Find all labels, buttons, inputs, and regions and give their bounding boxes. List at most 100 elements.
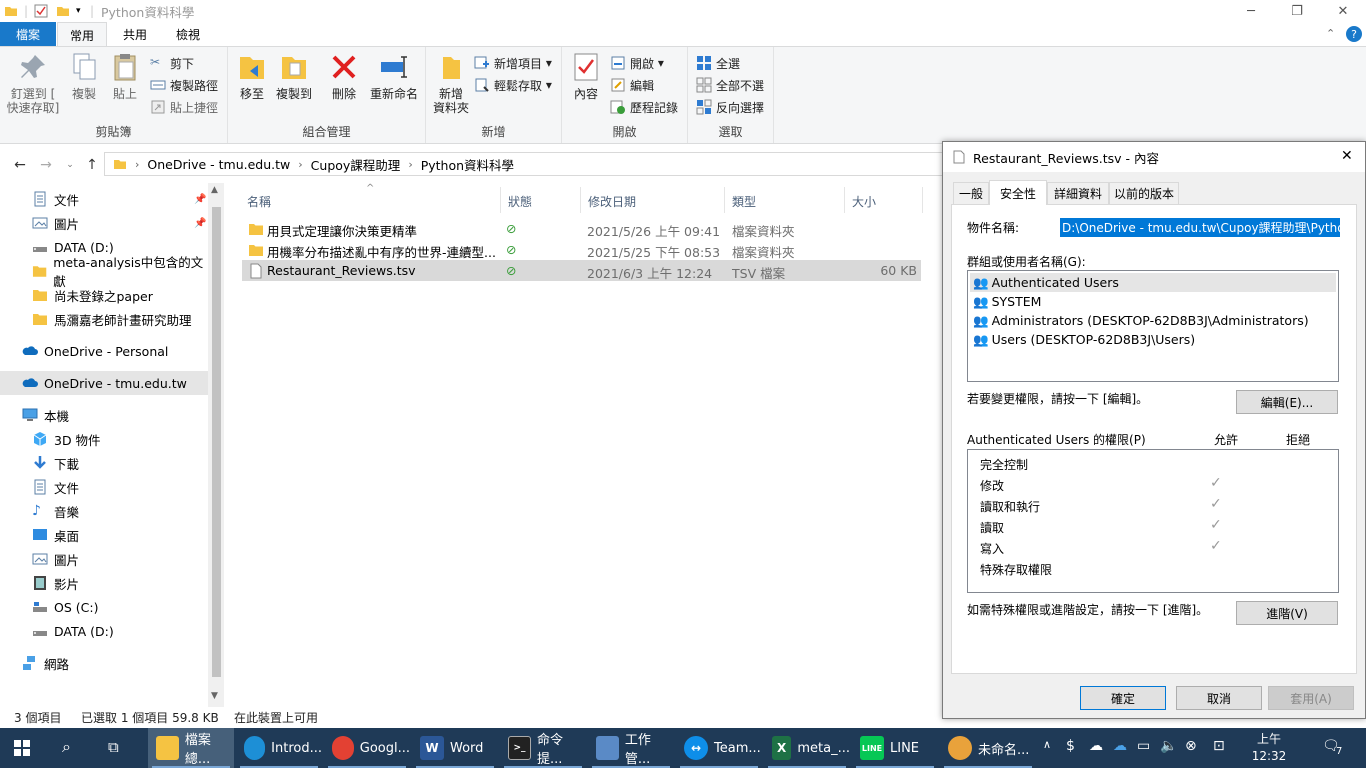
- nav-quick-meta-analysis[interactable]: meta-analysis中包含的文獻: [0, 255, 208, 289]
- user-item[interactable]: 👥 Administrators (DESKTOP-62D8B3J\Adminis…: [970, 311, 1336, 330]
- scroll-down-icon[interactable]: ▼: [211, 691, 218, 701]
- breadcrumb-python[interactable]: Python資料科學: [421, 155, 514, 174]
- select-none-button[interactable]: 全部不選: [696, 75, 764, 95]
- taskbar-app-line[interactable]: LINE LINE: [852, 728, 938, 768]
- task-view-icon[interactable]: ⧉: [108, 738, 119, 756]
- delete-button[interactable]: 刪除: [326, 51, 362, 101]
- nav-onedrive-tmu[interactable]: OneDrive - tmu.edu.tw: [0, 371, 208, 395]
- taskbar-app-explorer[interactable]: 檔案總...: [148, 728, 234, 768]
- move-to-button[interactable]: 移至: [234, 51, 270, 101]
- ime-icon[interactable]: ⊡: [1213, 738, 1225, 754]
- tab-file[interactable]: 檔案: [0, 22, 56, 46]
- column-header-modified[interactable]: 修改日期: [588, 193, 636, 209]
- currency-icon[interactable]: $: [1066, 738, 1075, 754]
- clock[interactable]: 上午 12:32 2021/6/3: [1238, 731, 1300, 782]
- column-header-size[interactable]: 大小: [852, 193, 876, 209]
- nav-quick-documents[interactable]: 文件 📌: [0, 187, 208, 211]
- new-folder-button[interactable]: 新增 資料夾: [430, 51, 472, 115]
- taskbar-app-task-manager[interactable]: 工作管...: [588, 728, 674, 768]
- taskbar-app-edge[interactable]: Introd...: [236, 728, 322, 768]
- cancel-button[interactable]: 取消: [1176, 686, 1262, 710]
- new-folder-quick-icon[interactable]: [56, 3, 70, 19]
- table-row[interactable]: 用機率分布描述亂中有序的世界-連續型... ⊘ 2021/5/25 下午 08:…: [242, 239, 921, 260]
- nav-pc-music[interactable]: ♪ 音樂: [0, 499, 208, 523]
- tab-details[interactable]: 詳細資料: [1047, 182, 1109, 204]
- taskbar-app-word[interactable]: W Word: [412, 728, 498, 768]
- edit-permissions-button[interactable]: 編輯(E)...: [1236, 390, 1338, 414]
- user-item[interactable]: 👥 Users (DESKTOP-62D8B3J\Users): [970, 330, 1336, 349]
- object-name-value[interactable]: D:\OneDrive - tmu.edu.tw\Cupoy課程助理\Pytho…: [1060, 218, 1340, 237]
- properties-quick-icon[interactable]: [34, 3, 48, 19]
- ok-button[interactable]: 確定: [1080, 686, 1166, 710]
- taskbar-app-paint[interactable]: 未命名...: [940, 728, 1036, 768]
- tab-previous-versions[interactable]: 以前的版本: [1109, 182, 1179, 204]
- nav-pc-3d-objects[interactable]: 3D 物件: [0, 427, 208, 451]
- search-icon[interactable]: ⌕: [62, 737, 71, 757]
- open-button[interactable]: 開啟 ▾: [610, 53, 664, 73]
- customize-quick-access-icon[interactable]: ▾: [76, 3, 81, 19]
- breadcrumb-onedrive[interactable]: OneDrive - tmu.edu.tw: [147, 157, 290, 172]
- history-button[interactable]: 歷程記錄: [610, 97, 678, 117]
- nav-quick-pictures[interactable]: 圖片 📌: [0, 211, 208, 235]
- tab-view[interactable]: 檢視: [160, 22, 216, 46]
- nav-onedrive-personal[interactable]: OneDrive - Personal: [0, 339, 208, 363]
- advanced-button[interactable]: 進階(V): [1236, 601, 1338, 625]
- dialog-close-icon[interactable]: ✕: [1341, 148, 1353, 164]
- properties-button[interactable]: 內容: [568, 51, 604, 101]
- nav-pc-pictures[interactable]: 圖片: [0, 547, 208, 571]
- pin-quick-access-button[interactable]: 釘選到 [ 快速存取]: [4, 51, 62, 115]
- nav-this-pc[interactable]: 本機: [0, 403, 208, 427]
- taskbar-app-cmd[interactable]: >_ 命令提...: [500, 728, 586, 768]
- table-row-selected[interactable]: Restaurant_Reviews.tsv ⊘ 2021/6/3 上午 12:…: [242, 260, 921, 281]
- column-header-name[interactable]: 名稱: [247, 193, 271, 209]
- forward-arrow-icon[interactable]: →: [36, 155, 56, 175]
- scroll-up-icon[interactable]: ▲: [211, 185, 218, 195]
- minimize-button[interactable]: ─: [1228, 0, 1274, 22]
- paste-shortcut-button[interactable]: 貼上捷徑: [150, 97, 218, 117]
- tab-home[interactable]: 常用: [57, 22, 107, 47]
- new-item-button[interactable]: 新增項目 ▾: [474, 53, 552, 73]
- rename-button[interactable]: 重新命名: [366, 51, 422, 101]
- onedrive-tray-icon[interactable]: ☁: [1113, 738, 1127, 754]
- nav-pc-desktop[interactable]: 桌面: [0, 523, 208, 547]
- breadcrumb-cupoy[interactable]: Cupoy課程助理: [311, 155, 401, 174]
- column-header-type[interactable]: 類型: [732, 193, 756, 209]
- taskbar-app-teamviewer[interactable]: ↔ Team...: [676, 728, 762, 768]
- copy-button[interactable]: 複製: [64, 51, 104, 101]
- back-arrow-icon[interactable]: ←: [10, 155, 30, 175]
- restore-button[interactable]: ❐: [1274, 0, 1320, 22]
- nav-scrollbar-thumb[interactable]: [212, 207, 221, 677]
- help-icon[interactable]: ?: [1346, 26, 1362, 42]
- volume-icon[interactable]: 🔈: [1160, 738, 1177, 754]
- nav-quick-assistant[interactable]: 馬瀰嘉老師計畫研究助理: [0, 307, 208, 331]
- paste-button[interactable]: 貼上: [106, 51, 144, 101]
- apply-button[interactable]: 套用(A): [1268, 686, 1354, 710]
- tab-security[interactable]: 安全性: [989, 180, 1047, 205]
- copy-path-button[interactable]: 複製路徑: [150, 75, 218, 95]
- nav-network[interactable]: 網路: [0, 651, 208, 675]
- windows-start-icon[interactable]: [14, 740, 30, 759]
- easy-access-button[interactable]: 輕鬆存取 ▾: [474, 75, 552, 95]
- edit-button[interactable]: 編輯: [610, 75, 654, 95]
- invert-selection-button[interactable]: 反向選擇: [696, 97, 764, 117]
- copy-to-button[interactable]: 複製到: [274, 51, 314, 101]
- show-hidden-icons-icon[interactable]: ∧: [1043, 738, 1051, 751]
- taskbar-app-chrome[interactable]: Googl...: [324, 728, 410, 768]
- nav-pc-os-drive[interactable]: OS (C:): [0, 595, 208, 619]
- collapse-ribbon-icon[interactable]: ⌃: [1326, 27, 1335, 40]
- address-bar[interactable]: › OneDrive - tmu.edu.tw › Cupoy課程助理 › Py…: [104, 152, 946, 176]
- close-button[interactable]: ✕: [1320, 0, 1366, 22]
- nav-pc-documents[interactable]: 文件: [0, 475, 208, 499]
- user-list[interactable]: 👥 Authenticated Users 👥 SYSTEM 👥 Administra…: [967, 270, 1339, 382]
- mute-icon[interactable]: ⊗: [1185, 738, 1197, 754]
- table-row[interactable]: 用貝式定理讓你決策更精準 ⊘ 2021/5/26 上午 09:41 檔案資料夾: [242, 218, 921, 239]
- tab-general[interactable]: 一般: [953, 182, 989, 204]
- select-all-button[interactable]: 全選: [696, 53, 740, 73]
- recent-locations-icon[interactable]: ⌄: [60, 155, 80, 175]
- cloud-icon[interactable]: ☁: [1089, 738, 1103, 754]
- nav-quick-paper[interactable]: 尚未登錄之paper: [0, 283, 208, 307]
- taskbar-app-excel[interactable]: Xmeta_...: [764, 728, 850, 768]
- tab-share[interactable]: 共用: [110, 22, 160, 46]
- nav-pc-data-drive[interactable]: DATA (D:): [0, 619, 208, 643]
- user-item[interactable]: 👥 SYSTEM: [970, 292, 1336, 311]
